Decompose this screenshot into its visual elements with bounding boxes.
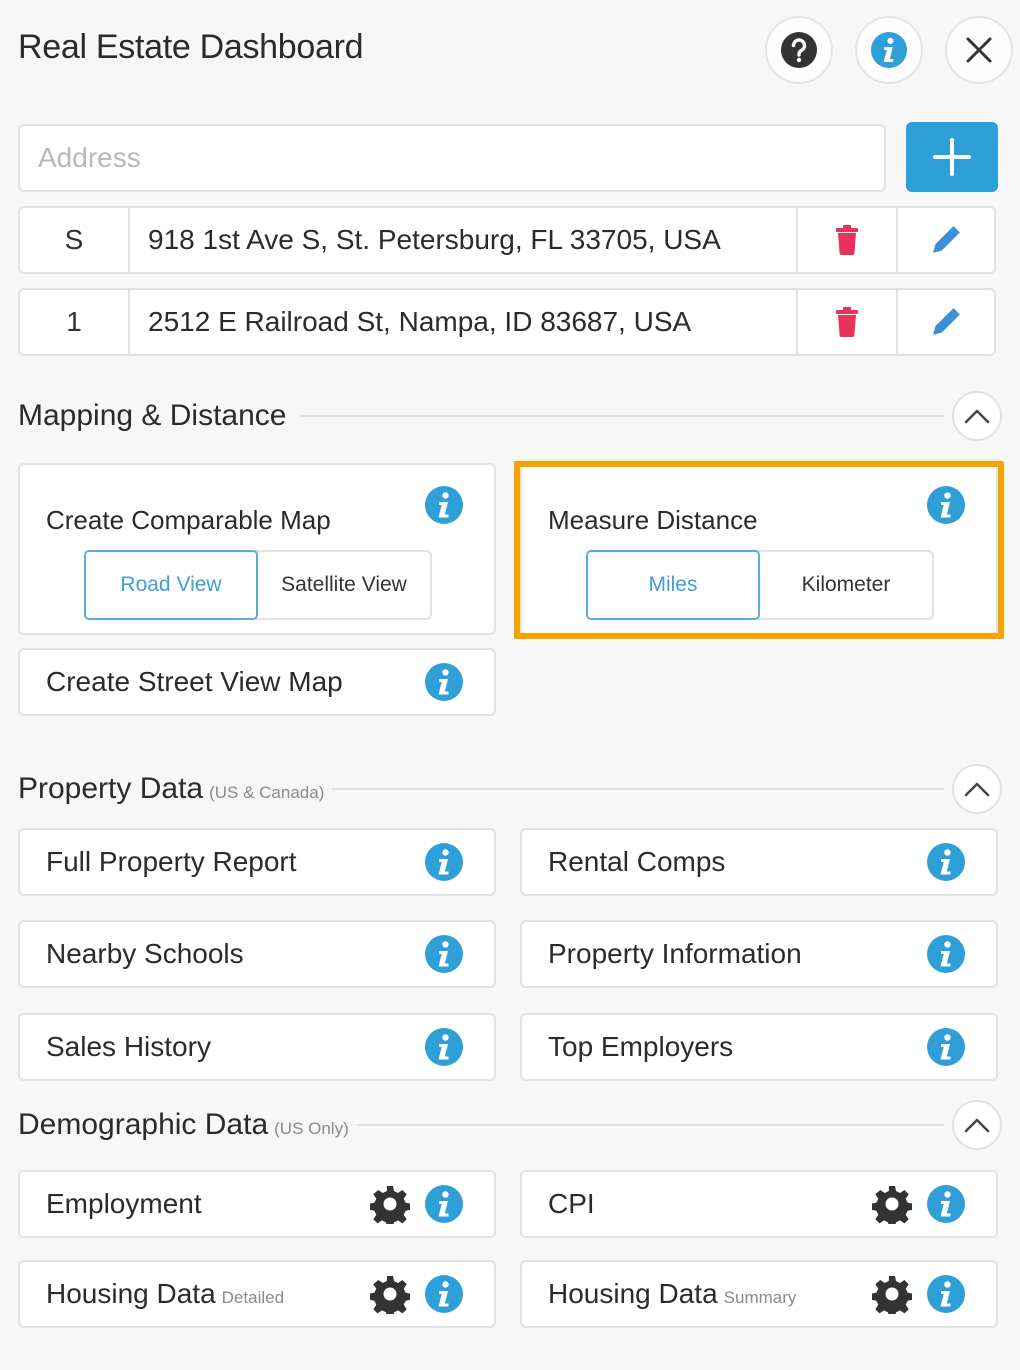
address-row: S 918 1st Ave S, St. Petersburg, FL 3370… xyxy=(18,206,996,274)
page-title: Real Estate Dashboard xyxy=(18,28,364,66)
section-header-property: Property Data (US & Canada) xyxy=(18,764,1002,814)
kilometer-option[interactable]: Kilometer xyxy=(760,552,932,618)
section-header-demographic: Demographic Data (US Only) xyxy=(18,1100,1002,1150)
card-label: Full Property Report xyxy=(46,846,297,877)
address-row: 1 2512 E Railroad St, Nampa, ID 83687, U… xyxy=(18,288,996,356)
gear-icon[interactable] xyxy=(872,1184,912,1224)
collapse-mapping-button[interactable] xyxy=(952,391,1002,441)
section-divider xyxy=(356,1124,944,1126)
address-id: S xyxy=(20,208,130,272)
info-icon xyxy=(870,31,908,69)
card-label: Nearby Schools xyxy=(46,938,244,969)
card-label-text: Housing Data xyxy=(548,1278,718,1309)
nearby-schools-card[interactable]: Nearby Schools xyxy=(18,920,496,988)
card-label-sub: Summary xyxy=(723,1288,797,1307)
full-property-report-card[interactable]: Full Property Report xyxy=(18,828,496,896)
info-icon[interactable] xyxy=(926,485,966,525)
gear-icon[interactable] xyxy=(370,1184,410,1224)
plus-icon xyxy=(933,138,971,176)
card-label-text: CPI xyxy=(548,1188,595,1219)
chevron-up-icon xyxy=(964,1117,990,1133)
distance-unit-toggle: Miles Kilometer xyxy=(586,550,934,620)
trash-icon xyxy=(835,225,859,255)
chevron-up-icon xyxy=(964,781,990,797)
info-icon[interactable] xyxy=(424,842,464,882)
section-title: Property Data xyxy=(18,772,204,805)
pencil-icon xyxy=(930,306,962,338)
card-label: Sales History xyxy=(46,1031,211,1062)
map-view-toggle: Road View Satellite View xyxy=(84,550,432,620)
gear-icon[interactable] xyxy=(370,1274,410,1314)
info-icon[interactable] xyxy=(424,1027,464,1067)
chevron-up-icon xyxy=(964,408,990,424)
help-icon xyxy=(781,32,817,68)
info-icon[interactable] xyxy=(926,1184,966,1224)
trash-icon xyxy=(835,307,859,337)
housing-data-detailed-card[interactable]: Housing Data Detailed xyxy=(18,1260,496,1328)
property-information-card[interactable]: Property Information xyxy=(520,920,998,988)
section-divider xyxy=(300,415,944,417)
card-label: Create Street View Map xyxy=(46,666,343,697)
info-icon[interactable] xyxy=(424,934,464,974)
info-icon[interactable] xyxy=(424,1274,464,1314)
info-icon[interactable] xyxy=(926,934,966,974)
street-view-card[interactable]: Create Street View Map xyxy=(18,648,496,716)
delete-address-button[interactable] xyxy=(798,290,896,354)
card-label: Property Information xyxy=(548,938,802,969)
cpi-card[interactable]: CPI xyxy=(520,1170,998,1238)
top-employers-card[interactable]: Top Employers xyxy=(520,1013,998,1081)
edit-address-button[interactable] xyxy=(896,290,994,354)
rental-comps-card[interactable]: Rental Comps xyxy=(520,828,998,896)
close-icon xyxy=(966,37,992,63)
help-button[interactable] xyxy=(765,16,833,84)
section-header-mapping: Mapping & Distance xyxy=(18,391,1002,441)
section-subtitle: (US Only) xyxy=(274,1119,349,1138)
card-label-text: Housing Data xyxy=(46,1278,216,1309)
card-label: Housing Data Detailed xyxy=(46,1278,284,1310)
add-address-button[interactable] xyxy=(906,122,998,192)
section-divider xyxy=(332,788,944,790)
card-label: Top Employers xyxy=(548,1031,734,1062)
info-icon[interactable] xyxy=(424,662,464,702)
card-label: Rental Comps xyxy=(548,846,726,877)
address-text: 918 1st Ave S, St. Petersburg, FL 33705,… xyxy=(130,208,798,272)
section-title: Demographic Data xyxy=(18,1108,269,1141)
measure-distance-card: Measure Distance Miles Kilometer xyxy=(520,463,998,635)
section-subtitle: (US & Canada) xyxy=(209,783,325,802)
address-text: 2512 E Railroad St, Nampa, ID 83687, USA xyxy=(130,290,798,354)
miles-option[interactable]: Miles xyxy=(586,550,760,620)
employment-card[interactable]: Employment xyxy=(18,1170,496,1238)
delete-address-button[interactable] xyxy=(798,208,896,272)
card-label: CPI xyxy=(548,1188,601,1220)
info-button[interactable] xyxy=(855,16,923,84)
info-icon[interactable] xyxy=(926,1027,966,1067)
comparable-map-card: Create Comparable Map Road View Satellit… xyxy=(18,463,496,635)
gear-icon[interactable] xyxy=(872,1274,912,1314)
pencil-icon xyxy=(930,224,962,256)
card-label: Housing Data Summary xyxy=(548,1278,796,1310)
info-icon[interactable] xyxy=(926,842,966,882)
card-label-sub: Detailed xyxy=(221,1288,285,1307)
collapse-property-button[interactable] xyxy=(952,764,1002,814)
info-icon[interactable] xyxy=(926,1274,966,1314)
info-icon[interactable] xyxy=(424,485,464,525)
card-label: Create Comparable Map xyxy=(46,505,331,535)
card-label: Measure Distance xyxy=(548,505,758,535)
address-input[interactable] xyxy=(18,124,886,192)
satellite-view-option[interactable]: Satellite View xyxy=(258,552,430,618)
section-title: Mapping & Distance xyxy=(18,399,287,432)
edit-address-button[interactable] xyxy=(896,208,994,272)
sales-history-card[interactable]: Sales History xyxy=(18,1013,496,1081)
road-view-option[interactable]: Road View xyxy=(84,550,258,620)
collapse-demographic-button[interactable] xyxy=(952,1100,1002,1150)
housing-data-summary-card[interactable]: Housing Data Summary xyxy=(520,1260,998,1328)
close-button[interactable] xyxy=(945,16,1013,84)
card-label-text: Employment xyxy=(46,1188,202,1219)
address-id: 1 xyxy=(20,290,130,354)
card-label: Employment xyxy=(46,1188,208,1220)
info-icon[interactable] xyxy=(424,1184,464,1224)
